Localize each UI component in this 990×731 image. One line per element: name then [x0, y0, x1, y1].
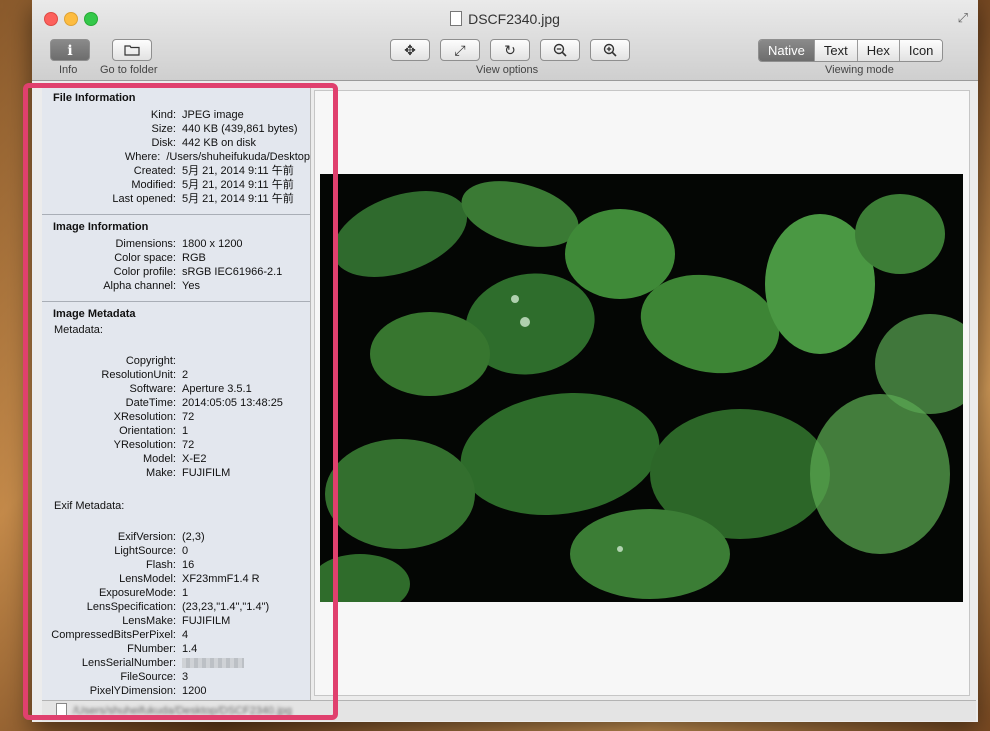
document-icon	[450, 11, 463, 26]
viewing-mode-segmented-control: Native Text Hex Icon	[758, 39, 944, 62]
zoom-out-button[interactable]	[540, 39, 580, 61]
rotate-icon: ↻	[504, 42, 516, 58]
info-icon: i	[67, 43, 73, 59]
highlight-annotation	[23, 83, 338, 720]
info-button[interactable]: i	[50, 39, 90, 61]
zoom-in-icon	[603, 43, 617, 57]
actual-size-button[interactable]: ⤢	[440, 39, 480, 61]
photo-preview[interactable]	[320, 174, 963, 602]
mode-text[interactable]: Text	[813, 40, 857, 61]
folder-icon	[124, 45, 140, 56]
fullscreen-icon[interactable]: ⤢	[958, 10, 968, 26]
leaves-photo	[320, 174, 963, 602]
zoom-out-icon	[553, 43, 567, 57]
window-title: DSCF2340.jpg	[32, 11, 978, 27]
move-arrows-icon: ✥	[404, 42, 416, 58]
fit-button[interactable]: ✥	[390, 39, 430, 61]
toolbar: DSCF2340.jpg ⤢ i Info Go to folder ✥ ⤢ ↻…	[32, 0, 978, 81]
mode-native[interactable]: Native	[759, 40, 814, 61]
view-options-label: View options	[476, 64, 539, 76]
expand-arrows-icon: ⤢	[454, 42, 466, 58]
zoom-in-button[interactable]	[590, 39, 630, 61]
viewing-mode-label: Viewing mode	[825, 64, 894, 76]
mode-hex[interactable]: Hex	[856, 40, 899, 61]
go-to-folder-label: Go to folder	[100, 64, 158, 76]
rotate-button[interactable]: ↻	[490, 39, 530, 61]
mode-icon[interactable]: Icon	[898, 40, 943, 61]
info-label: Info	[59, 64, 78, 76]
go-to-folder-button[interactable]	[112, 39, 152, 61]
